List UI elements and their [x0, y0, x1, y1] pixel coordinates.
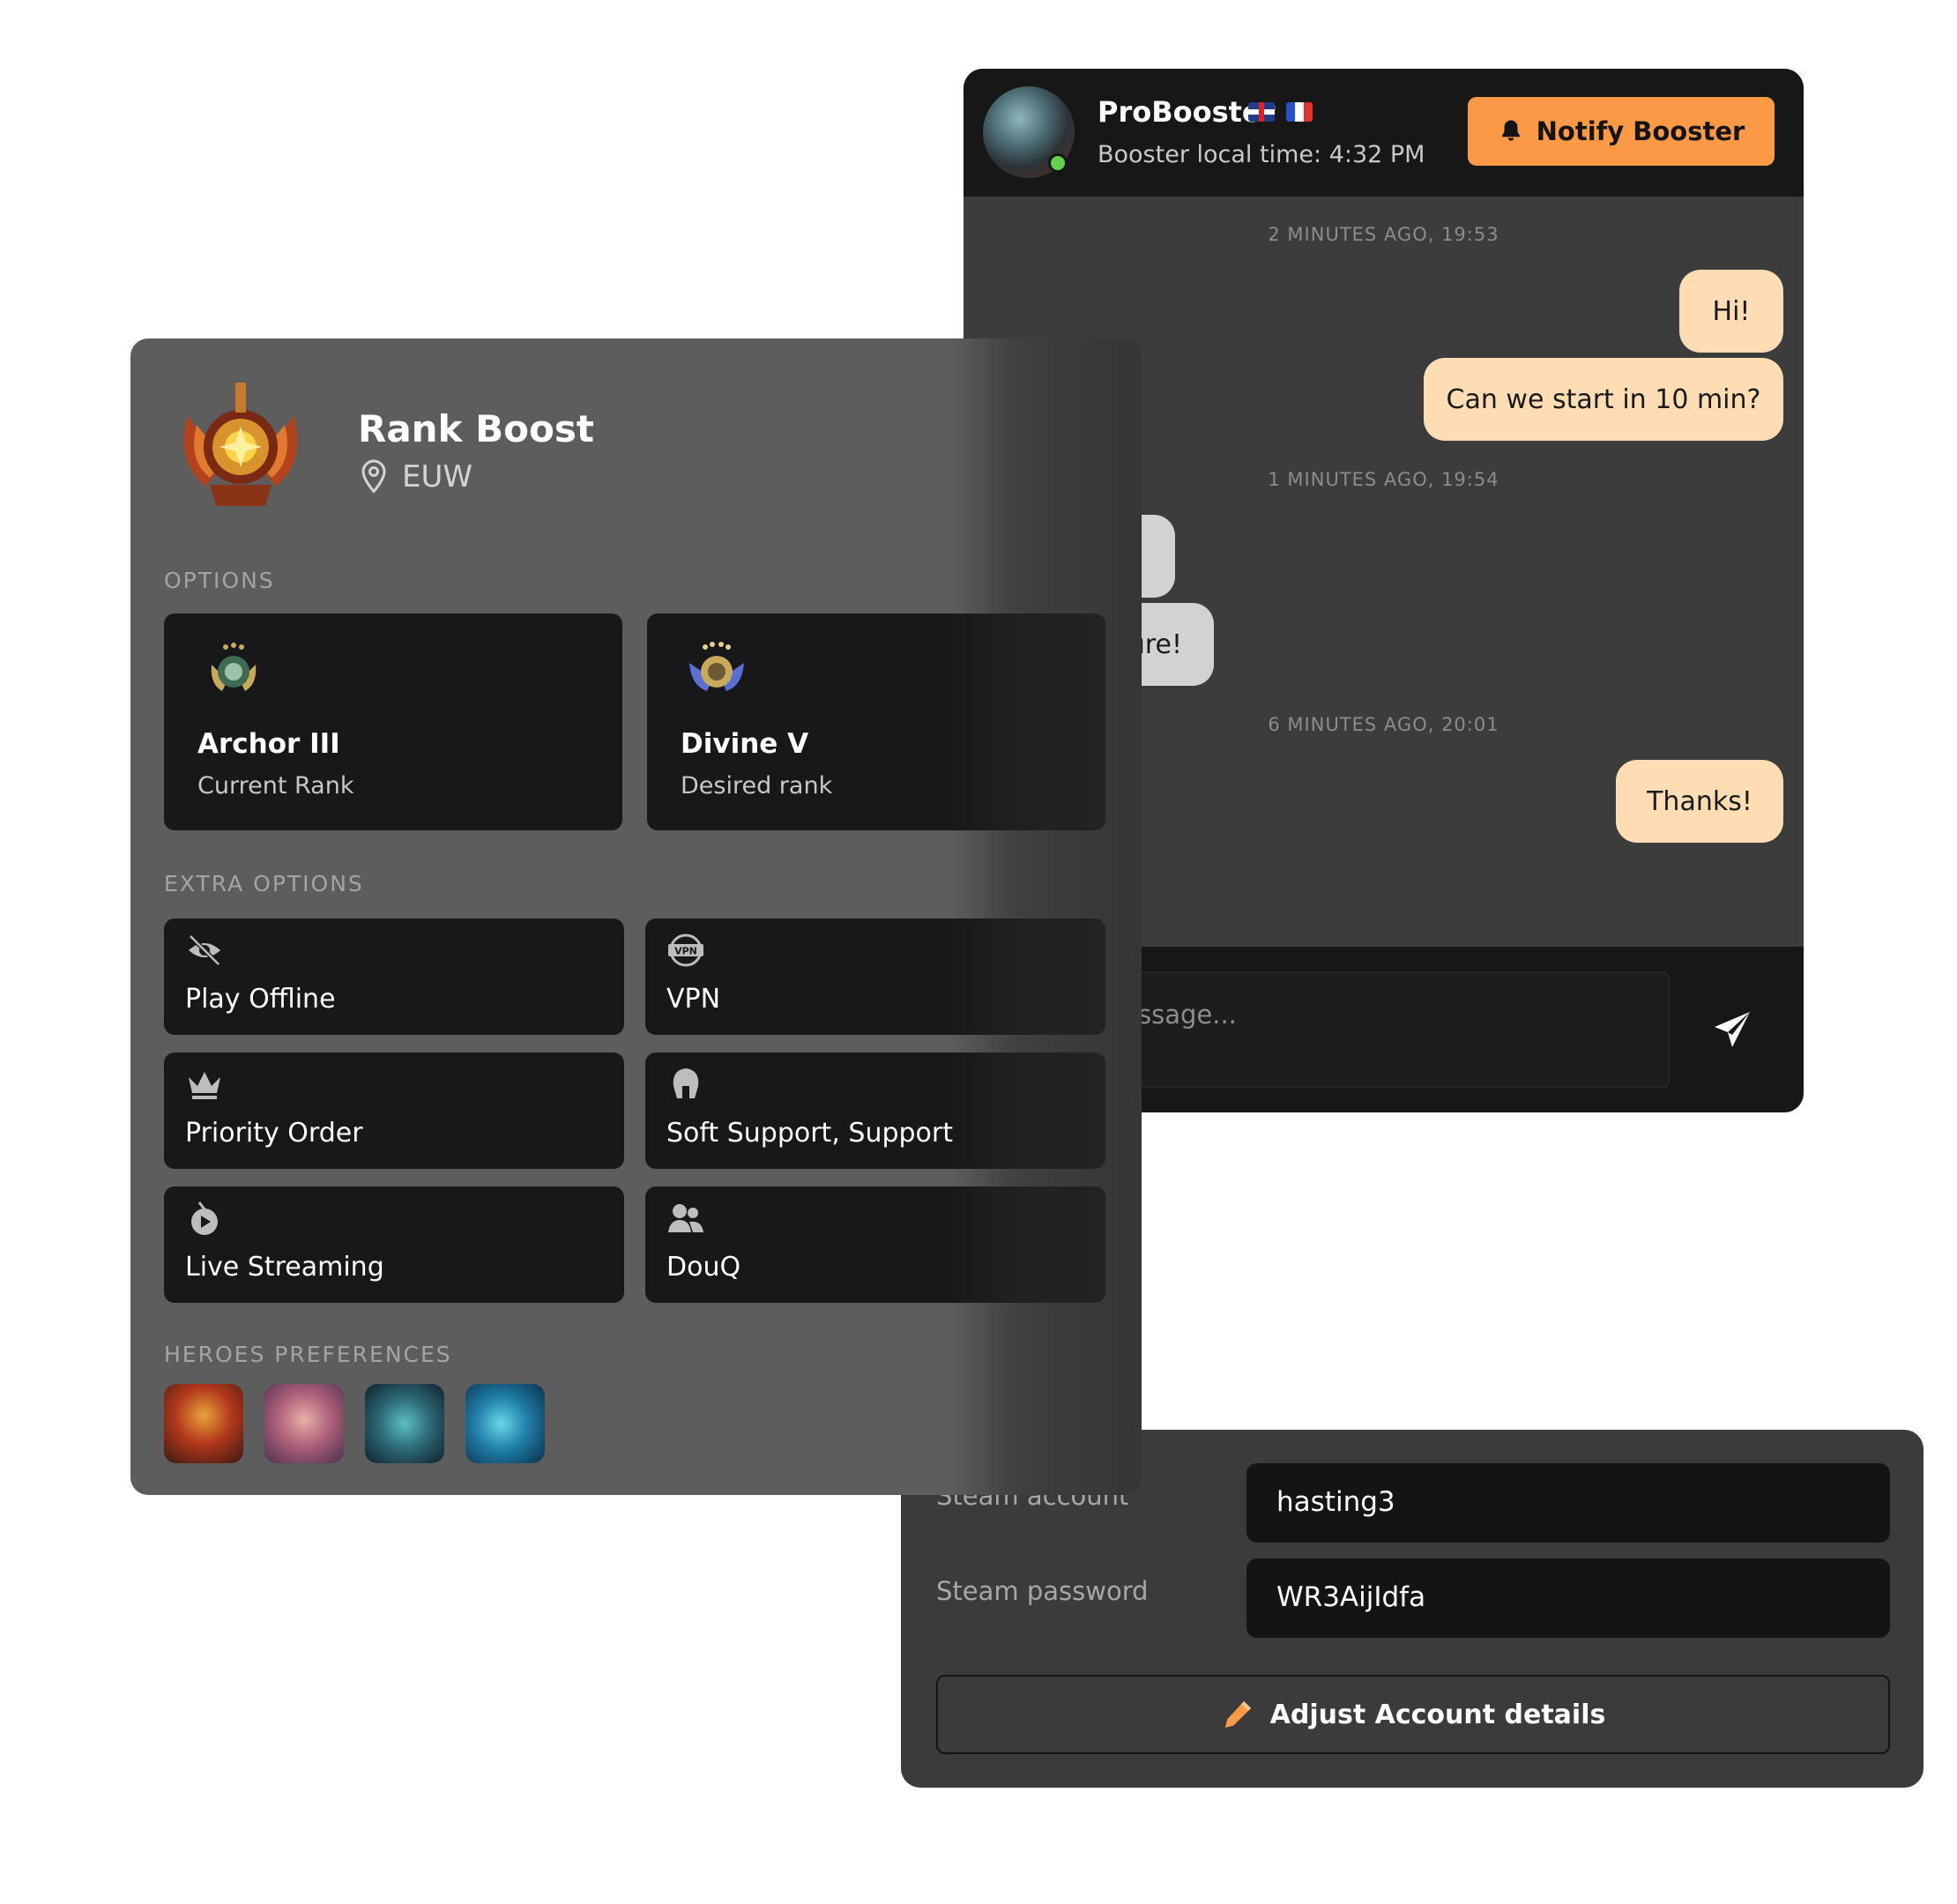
notify-booster-button[interactable]: Notify Booster	[1468, 97, 1775, 166]
bell-icon	[1501, 120, 1520, 141]
region-label: EUW	[402, 459, 473, 495]
eye-slash-icon	[189, 934, 220, 966]
option-label: DouQ	[666, 1252, 741, 1283]
sent-message: Can we start in 10 min?	[1424, 358, 1783, 441]
sent-message: Hi!	[1679, 270, 1783, 353]
helmet-icon	[673, 1068, 699, 1098]
option-vpn[interactable]: VPN VPN	[645, 919, 1105, 1035]
location-pin-icon	[361, 459, 386, 494]
hero-portrait[interactable]	[264, 1384, 344, 1463]
rank-emblem-icon	[183, 383, 298, 506]
hero-portrait[interactable]	[465, 1384, 545, 1463]
panel-overlap-shadow	[950, 338, 1142, 1495]
fr-flag-icon	[1286, 102, 1313, 122]
adjust-account-button[interactable]: Adjust Account details	[936, 1675, 1890, 1754]
current-rank-name: Archor III	[197, 728, 340, 760]
vpn-globe-icon: VPN	[668, 933, 703, 967]
page-title: Rank Boost	[358, 407, 594, 450]
sent-message: Thanks!	[1616, 760, 1783, 843]
option-priority-order[interactable]: Priority Order	[164, 1052, 624, 1169]
option-label: VPN	[666, 984, 721, 1015]
notify-booster-label: Notify Booster	[1536, 116, 1745, 146]
message-timestamp: 2 MINUTES AGO, 19:53	[1268, 224, 1499, 245]
option-label: Play Offline	[185, 984, 336, 1015]
heroes-preferences-heading: HEROES PREFERENCES	[164, 1342, 452, 1367]
options-heading: OPTIONS	[164, 568, 275, 593]
option-label: Live Streaming	[185, 1252, 384, 1283]
steam-password-field[interactable]: WR3AijIdfa	[1246, 1558, 1890, 1638]
option-live-streaming[interactable]: Live Streaming	[164, 1186, 624, 1303]
extra-options-heading: EXTRA OPTIONS	[164, 871, 364, 896]
booster-local-time: Booster local time: 4:32 PM	[1098, 141, 1425, 168]
option-label: Priority Order	[185, 1118, 363, 1149]
message-input[interactable]: ssage...	[1105, 971, 1671, 1088]
pencil-icon	[1224, 1700, 1251, 1729]
archon-rank-icon	[211, 643, 257, 691]
desired-rank-card[interactable]: Divine V Desired rank	[647, 614, 1105, 830]
adjust-account-label: Adjust Account details	[1269, 1699, 1606, 1730]
desired-rank-name: Divine V	[681, 728, 809, 760]
option-play-offline[interactable]: Play Offline	[164, 919, 624, 1035]
option-soft-support[interactable]: Soft Support, Support	[645, 1052, 1105, 1169]
steam-account-field[interactable]: hasting3	[1246, 1463, 1890, 1543]
region: EUW	[358, 458, 473, 495]
rank-boost-panel: Rank Boost EUW OPTIONS Archor III Curren…	[130, 338, 1142, 1495]
online-status-indicator	[1048, 153, 1068, 173]
steam-password-label: Steam password	[936, 1576, 1149, 1606]
option-duoq[interactable]: DouQ	[645, 1186, 1105, 1303]
hero-portrait[interactable]	[365, 1384, 444, 1463]
tv-play-icon	[191, 1201, 218, 1235]
chat-header: ProBooster Booster local time: 4:32 PM N…	[964, 69, 1804, 197]
send-icon[interactable]	[1711, 1008, 1753, 1051]
uk-flag-icon	[1248, 102, 1275, 122]
hero-portrait[interactable]	[164, 1384, 243, 1463]
current-rank-sublabel: Current Rank	[197, 772, 354, 800]
divine-rank-icon	[689, 642, 744, 691]
crown-icon	[189, 1072, 220, 1099]
current-rank-card[interactable]: Archor III Current Rank	[164, 614, 622, 830]
desired-rank-sublabel: Desired rank	[681, 772, 833, 800]
svg-text:VPN: VPN	[674, 946, 697, 957]
users-icon	[668, 1204, 703, 1232]
option-label: Soft Support, Support	[666, 1118, 953, 1149]
